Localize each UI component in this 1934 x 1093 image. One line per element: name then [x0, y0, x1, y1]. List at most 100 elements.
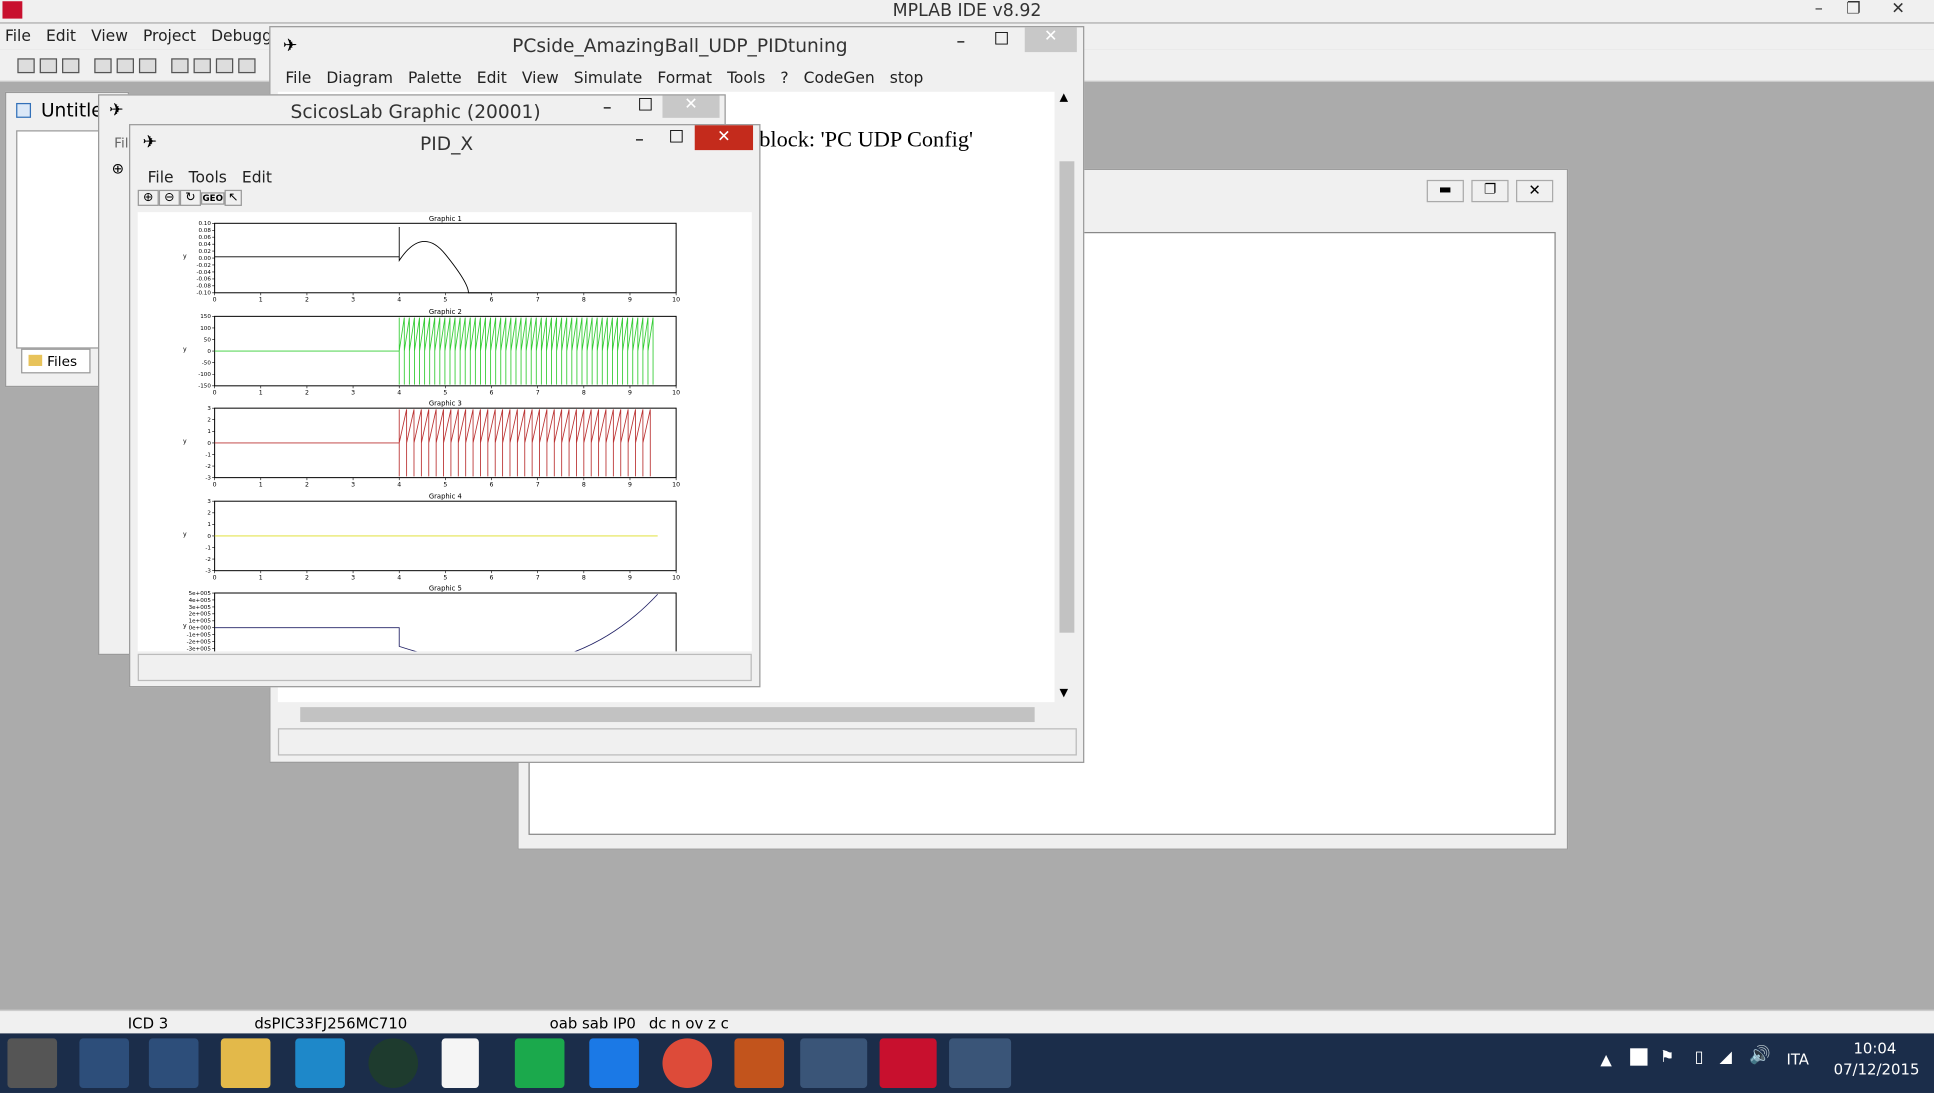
horizontal-scroll-thumb[interactable] — [300, 707, 1035, 723]
close-icon[interactable]: ✕ — [694, 125, 754, 151]
matlab-icon[interactable] — [734, 1038, 785, 1089]
x-tick-label: 5 — [443, 390, 447, 397]
scicos-bird-icon: ✈ — [142, 132, 158, 153]
app-ring-icon[interactable] — [368, 1038, 419, 1089]
y-tick-label: -0.08 — [196, 284, 211, 290]
tab-files[interactable]: Files — [21, 348, 91, 374]
menu-file[interactable]: File — [143, 165, 179, 189]
restore-icon[interactable]: ❐ — [1471, 179, 1509, 203]
mplab-ide-icon[interactable] — [879, 1038, 937, 1089]
copy-icon[interactable] — [116, 58, 134, 74]
scicoslab-icon[interactable] — [800, 1038, 868, 1089]
project-icon — [16, 102, 32, 118]
y-tick-label: -3 — [205, 475, 211, 481]
pointer-icon[interactable]: ↖ — [224, 189, 242, 206]
menu-view[interactable]: View — [86, 24, 133, 48]
tray-date[interactable]: 07/12/2015 — [1834, 1061, 1920, 1078]
cut-icon[interactable] — [94, 58, 112, 74]
rotate-icon[interactable]: ↻ — [179, 189, 201, 206]
tray-battery-icon[interactable]: ▯ — [1695, 1048, 1704, 1067]
y-axis-label: y — [183, 253, 187, 260]
maximize-icon[interactable]: ☐ — [638, 96, 654, 116]
windows-start-icon[interactable] — [79, 1038, 130, 1089]
vertical-scrollbar[interactable]: ▲ ▼ — [1054, 91, 1077, 703]
x-tick-label: 2 — [305, 296, 309, 303]
menu-edit[interactable]: Edit — [472, 66, 512, 90]
paste-icon[interactable] — [138, 58, 157, 74]
close-icon[interactable]: ✕ — [1516, 179, 1554, 203]
open-icon[interactable] — [39, 58, 58, 74]
close-icon[interactable]: ✕ — [1024, 27, 1077, 53]
minimize-icon[interactable]: – — [957, 32, 966, 52]
horizontal-scrollbar[interactable] — [277, 704, 1055, 725]
vertical-scroll-thumb[interactable] — [1059, 161, 1075, 633]
menu-format[interactable]: Format — [652, 66, 717, 90]
save-icon[interactable] — [62, 58, 80, 74]
geo-button[interactable]: GEO — [200, 192, 225, 205]
series-line — [214, 227, 492, 294]
chrome-icon[interactable] — [662, 1038, 713, 1089]
paint-icon[interactable] — [949, 1038, 1012, 1089]
taskbar: ▲ ⚑ ▯ ◢ 🔊 ITA 10:04 07/12/2015 — [0, 1033, 1934, 1093]
x-tick-label: 0 — [213, 574, 217, 581]
x-tick-label: 4 — [397, 574, 401, 581]
find-next-icon[interactable] — [215, 58, 234, 74]
menu-file[interactable]: File — [280, 66, 316, 90]
minimize-icon[interactable]: ▬ — [1426, 179, 1464, 203]
find-icon[interactable] — [193, 58, 211, 74]
document-icon[interactable] — [441, 1038, 479, 1089]
menu-diagram[interactable]: Diagram — [321, 66, 398, 90]
tray-arrow-icon[interactable]: ▲ — [1600, 1051, 1611, 1068]
scroll-up-icon[interactable]: ▲ — [1059, 92, 1068, 104]
print-icon[interactable] — [171, 58, 189, 74]
home-icon[interactable] — [148, 1038, 199, 1089]
zoom-in-icon[interactable]: ⊕ — [112, 160, 124, 177]
computer-icon[interactable] — [295, 1038, 345, 1089]
minimize-icon[interactable]: – — [603, 98, 612, 118]
zoom-out-icon[interactable]: ⊖ — [158, 189, 180, 206]
file-explorer-icon[interactable] — [220, 1038, 271, 1089]
y-tick-label: 0.08 — [198, 228, 211, 234]
menu-file[interactable]: File — [0, 24, 36, 48]
menu-tools[interactable]: Tools — [722, 66, 770, 90]
menu-view[interactable]: View — [517, 66, 564, 90]
bookmark-icon[interactable] — [238, 58, 256, 74]
tray-volume-icon[interactable]: 🔊 — [1749, 1046, 1771, 1066]
store-icon[interactable] — [514, 1038, 565, 1089]
menu-edit[interactable]: Edit — [41, 24, 81, 48]
zoom-in-icon[interactable]: ⊕ — [137, 189, 159, 206]
close-icon[interactable]: ✕ — [1881, 0, 1916, 20]
tray-signal-icon[interactable]: ◢ — [1719, 1048, 1731, 1067]
maximize-icon[interactable]: ☐ — [669, 128, 685, 148]
status-flags-a: oab sab IP0 — [549, 1014, 636, 1033]
menu-simulate[interactable]: Simulate — [569, 66, 647, 90]
y-tick-label: 0.02 — [198, 249, 210, 255]
menu-project[interactable]: Project — [138, 24, 201, 48]
restore-icon[interactable]: ❐ — [1836, 0, 1871, 20]
menu-palette[interactable]: Palette — [403, 66, 467, 90]
minimize-icon[interactable]: – — [1801, 0, 1836, 20]
menu-edit[interactable]: Edit — [237, 165, 277, 189]
menu-help[interactable]: ? — [775, 66, 793, 90]
plot-title: Graphic 5 — [429, 585, 462, 593]
tray-language[interactable]: ITA — [1786, 1051, 1809, 1068]
close-icon[interactable]: ✕ — [662, 95, 720, 118]
minimize-icon[interactable]: – — [635, 130, 644, 150]
tray-time[interactable]: 10:04 — [1853, 1040, 1896, 1057]
plot-title: Graphic 3 — [429, 400, 462, 408]
x-tick-label: 4 — [397, 481, 401, 488]
y-axis-label: y — [183, 623, 187, 630]
tray-flag-icon[interactable]: ⚑ — [1660, 1048, 1674, 1067]
new-file-icon[interactable] — [17, 58, 35, 74]
dropbox-icon[interactable] — [589, 1038, 639, 1089]
tray-windows-icon[interactable] — [1630, 1048, 1648, 1066]
menu-tools[interactable]: Tools — [184, 165, 232, 189]
scroll-down-icon[interactable]: ▼ — [1059, 687, 1068, 699]
menu-stop[interactable]: stop — [885, 66, 928, 90]
scicos-menu-file[interactable]: Fil — [114, 135, 128, 151]
menu-codegen[interactable]: CodeGen — [799, 66, 880, 90]
pcside-menubar: File Diagram Palette Edit View Simulate … — [280, 66, 928, 90]
maximize-icon[interactable]: ☐ — [994, 30, 1010, 50]
settings-icon[interactable] — [7, 1038, 58, 1089]
plot-canvas[interactable]: Graphic 1 0 1 2 3 4 5 6 7 8 9 10 0.10 0.08 0.06 0.04 0.0… — [137, 212, 752, 673]
